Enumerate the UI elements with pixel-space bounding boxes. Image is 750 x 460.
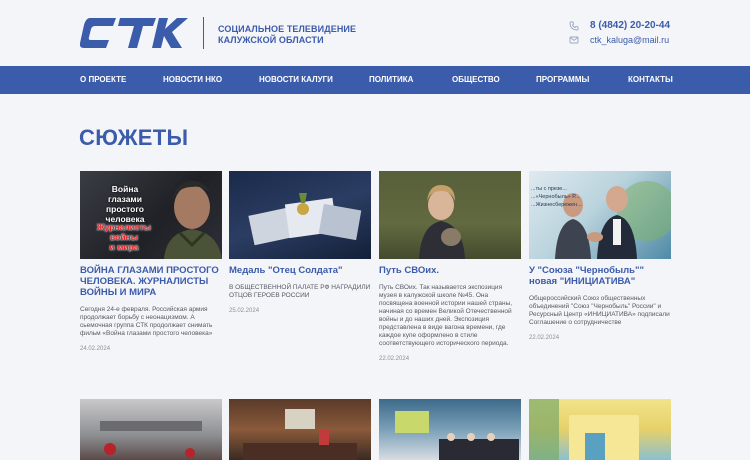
story-description: Общероссийский Союз общественных объедин… [529,295,670,326]
logo-divider [203,17,204,49]
story-description: Путь СВОих. Так называется экспозиция му… [379,284,513,347]
story-title[interactable]: У "Союза "Чернобыль"" новая "ИНИЦИАТИВА" [529,265,671,287]
nav-item-kaluga-news[interactable]: НОВОСТИ КАЛУГИ [259,66,333,94]
org-name-line2: КАЛУЖСКОЙ ОБЛАСТИ [218,35,324,45]
phone-icon [569,21,579,30]
main-nav: О ПРОЕКТЕ НОВОСТИ НКО НОВОСТИ КАЛУГИ ПОЛ… [0,66,750,94]
nav-item-politics[interactable]: ПОЛИТИКА [369,66,413,94]
story-thumbnail[interactable] [379,171,521,259]
nav-item-about[interactable]: О ПРОЕКТЕ [80,66,126,94]
thumb-caption-line: ...«Чернобыль» Р... [531,194,580,200]
story-thumbnail[interactable] [229,171,371,259]
story-card[interactable]: ...ты с презе... ...«Чернобыль» Р... ...… [529,171,671,341]
thumb-caption-line: Война глазами [108,184,142,204]
story-card[interactable]: Путь СВОих. Путь СВОих. Так называется э… [379,171,521,362]
nav-item-programs[interactable]: ПРОГРАММЫ [536,66,589,94]
site-header: СОЦИАЛЬНОЕ ТЕЛЕВИДЕНИЕ КАЛУЖСКОЙ ОБЛАСТИ… [0,0,750,66]
building-photo [529,399,639,460]
nav-item-nko-news[interactable]: НОВОСТИ НКО [163,66,222,94]
email-address[interactable]: ctk_kaluga@mail.ru [590,35,669,45]
medal-photo [248,193,362,246]
thumb-caption-block: Война глазами простого человека [94,184,156,224]
mail-icon [569,36,579,44]
thumb-caption-line: Журналисты войны [96,222,152,242]
story-thumbnail[interactable]: ...ты с презе... ...«Чернобыль» Р... ...… [529,171,671,259]
thumb-caption-red: Журналисты войны и мира [86,222,162,252]
story-card[interactable]: Война глазами простого человека Журналис… [80,171,222,352]
memorial-photo [100,421,202,458]
story-date: 22.02.2024 [529,335,560,341]
story-thumbnail[interactable] [80,399,222,460]
thumb-caption-line: простого [106,204,144,214]
story-title[interactable]: Медаль "Отец Солдата" [229,265,371,276]
thumb-caption-block: ...ты с презе... ...«Чернобыль» Р... ...… [531,185,582,209]
story-thumbnail[interactable] [229,399,371,460]
email-contact[interactable]: ctk_kaluga@mail.ru [569,35,669,45]
school-event-photo [395,411,519,460]
story-title[interactable]: Путь СВОих. [379,265,521,276]
thumb-caption-line: ...ты с презе... [531,186,567,192]
story-description: В ОБЩЕСТВЕННОЙ ПАЛАТЕ РФ НАГРАДИЛИ ОТЦОВ… [229,284,371,299]
page-title: СЮЖЕТЫ [79,125,189,150]
story-thumbnail[interactable] [379,399,521,460]
org-name-line1: СОЦИАЛЬНОЕ ТЕЛЕВИДЕНИЕ [218,24,357,34]
story-thumbnail[interactable] [529,399,671,460]
story-card[interactable]: Медаль "Отец Солдата" В ОБЩЕСТВЕННОЙ ПАЛ… [229,171,371,314]
thumb-caption-line: ...Жизнесбережен... [531,202,582,208]
hall-photo [243,409,357,460]
stk-logo[interactable] [80,16,188,50]
nav-item-contacts[interactable]: КОНТАКТЫ [628,66,673,94]
thumb-caption-line: и мира [109,242,139,252]
story-date: 25.02.2024 [229,308,260,314]
nav-item-society[interactable]: ОБЩЕСТВО [452,66,500,94]
story-description: Сегодня 24-е февраля. Российская армия п… [80,306,213,337]
child-photo [379,171,521,259]
story-title[interactable]: ВОЙНА ГЛАЗАМИ ПРОСТОГО ЧЕЛОВЕКА. ЖУРНАЛИ… [80,265,222,298]
org-name: СОЦИАЛЬНОЕ ТЕЛЕВИДЕНИЕ КАЛУЖСКОЙ ОБЛАСТИ [218,24,356,46]
phone-number[interactable]: 8 (4842) 20-20-44 [590,20,670,31]
phone-contact[interactable]: 8 (4842) 20-20-44 [569,20,670,31]
story-date: 22.02.2024 [379,356,410,362]
story-date: 24.02.2024 [80,346,111,352]
story-thumbnail[interactable]: Война глазами простого человека Журналис… [80,171,222,259]
